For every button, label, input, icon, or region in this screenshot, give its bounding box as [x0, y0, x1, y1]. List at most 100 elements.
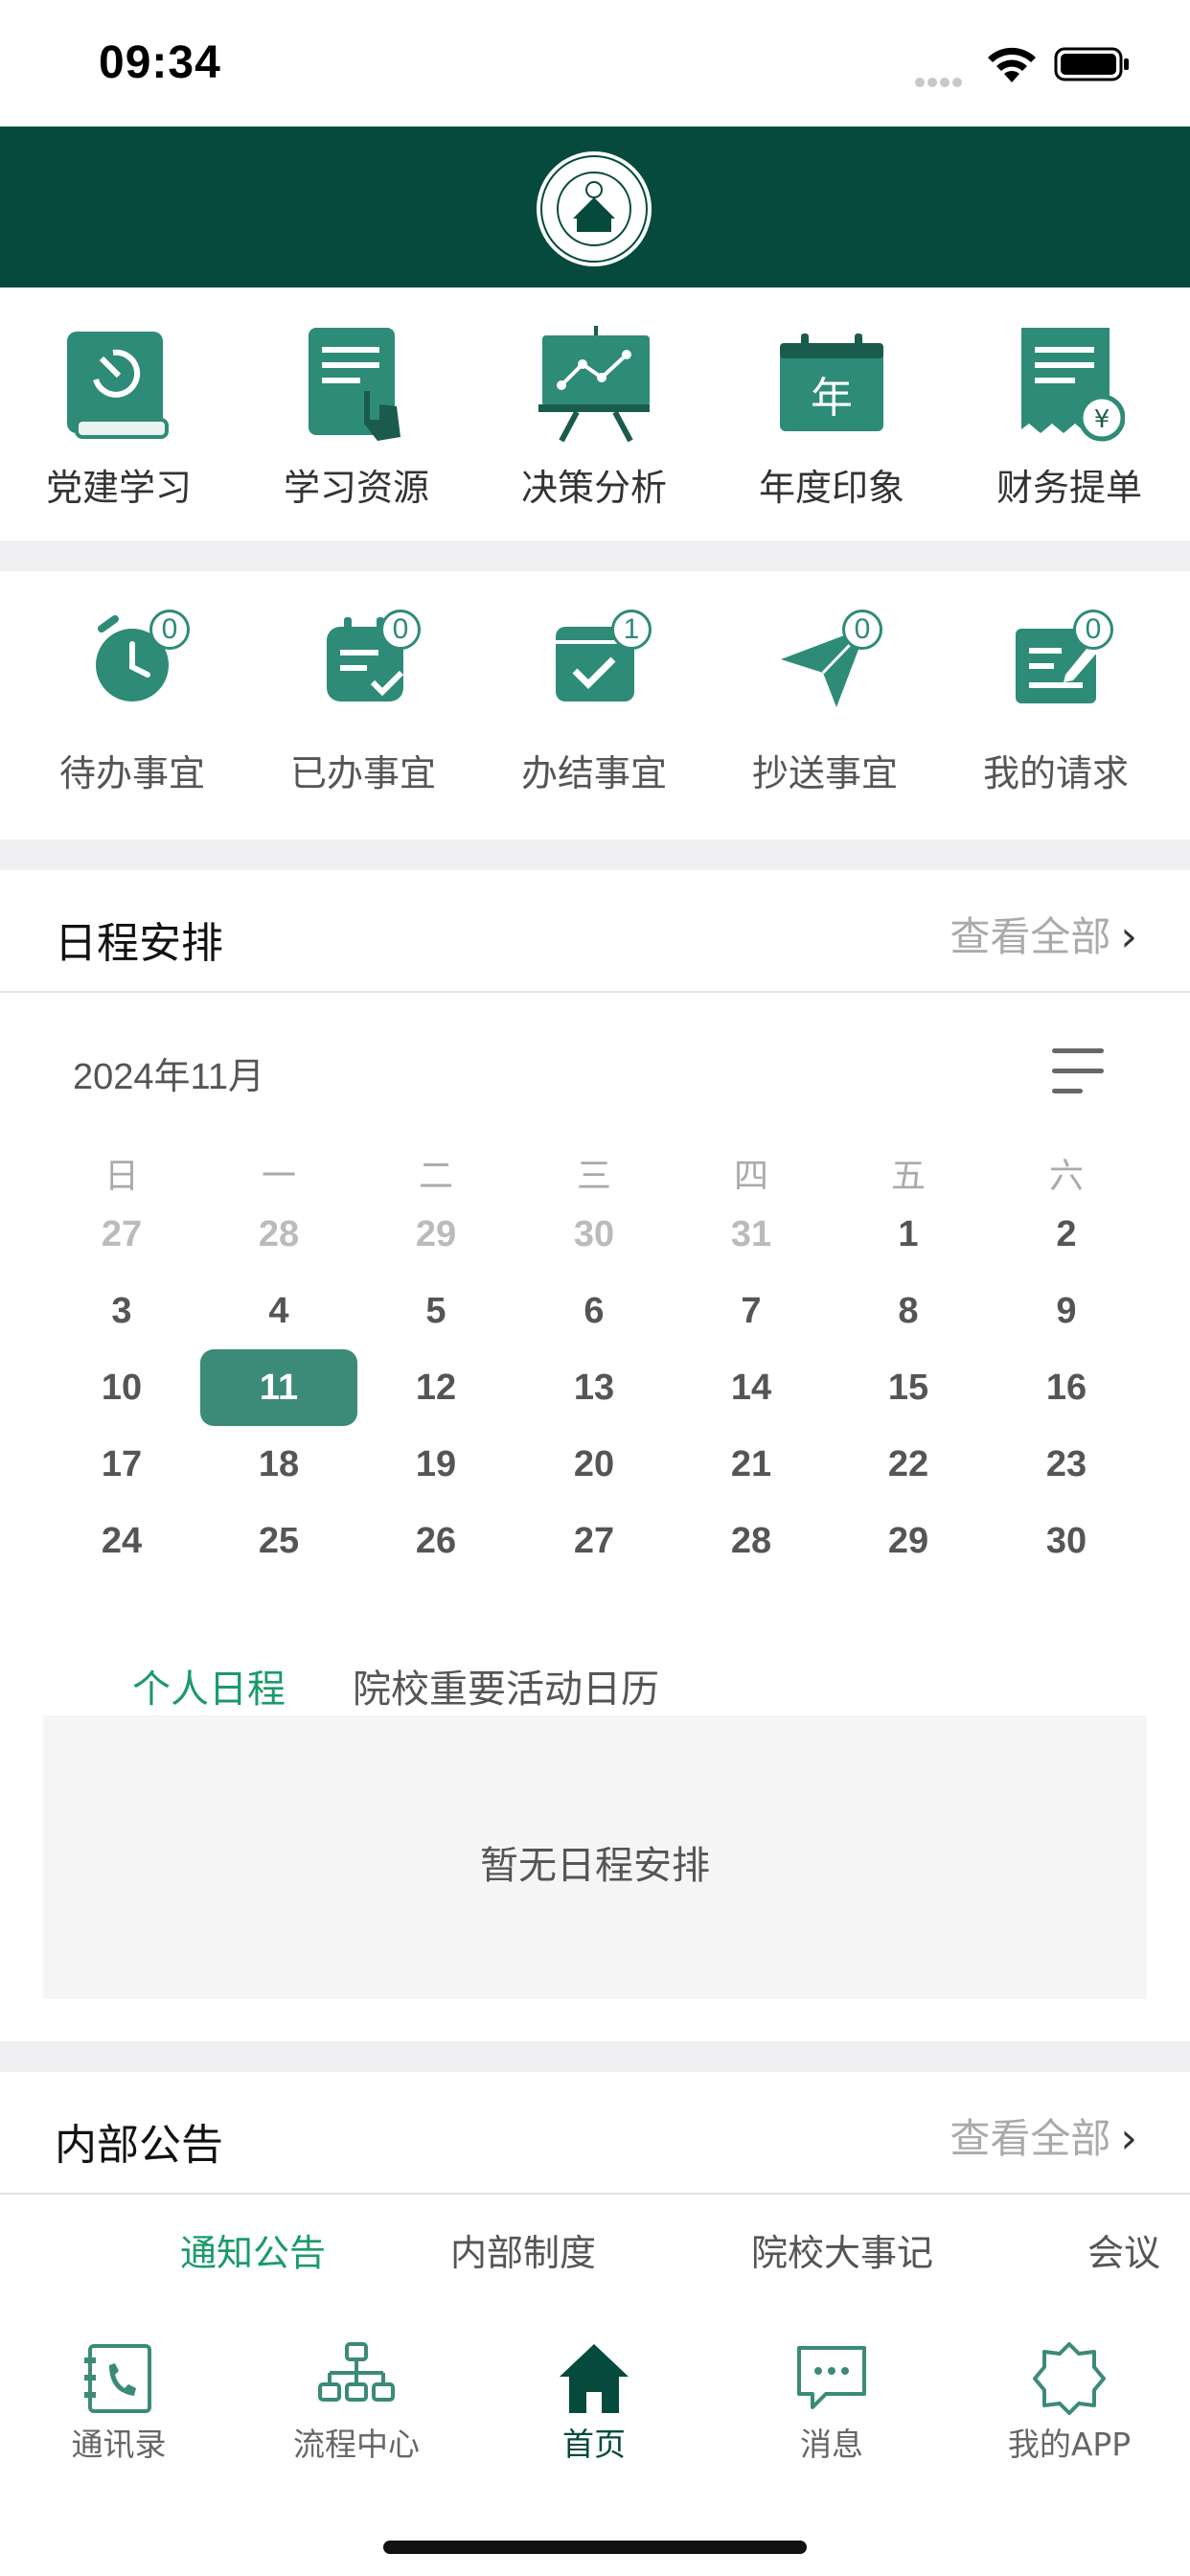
message-bubble-icon [797, 2346, 866, 2409]
task-item-todo[interactable]: 0 待办事宜 [17, 571, 247, 840]
tab-institution-calendar[interactable]: 院校重要活动日历 [353, 1658, 659, 1714]
task-count-badge: 1 [611, 610, 652, 650]
task-item-label: 已办事宜 [289, 752, 436, 794]
quick-item-annual-impression[interactable]: 年 年度印象 [713, 288, 950, 540]
calendar-day[interactable]: 25 [200, 1503, 357, 1579]
task-item-label: 待办事宜 [58, 752, 205, 794]
calendar-day[interactable]: 28 [200, 1196, 357, 1273]
calendar-day[interactable]: 4 [200, 1273, 357, 1349]
weekday-label: 二 [418, 1157, 453, 1196]
task-item-my-requests[interactable]: 0 我的请求 [941, 571, 1171, 840]
calendar-day[interactable]: 29 [357, 1196, 515, 1273]
calendar-day[interactable]: 24 [43, 1503, 200, 1579]
task-count-badge: 0 [149, 610, 190, 650]
calendar-day[interactable]: 28 [673, 1503, 830, 1579]
weekday-label: 日 [103, 1157, 139, 1196]
task-item-cc[interactable]: 0 抄送事宜 [710, 571, 940, 840]
calendar-day[interactable]: 14 [673, 1349, 830, 1426]
calendar-week: 27 28 29 30 31 1 2 [43, 1196, 1145, 1273]
tab-internal-rules[interactable]: 内部制度 [450, 2223, 596, 2276]
calendar-day[interactable]: 7 [673, 1273, 830, 1349]
schedule-view-all-button[interactable]: 查看全部 › [950, 905, 1137, 963]
calendar-day[interactable]: 13 [515, 1349, 673, 1426]
tab-notices[interactable]: 通知公告 [180, 2223, 326, 2276]
app-gear-icon [1033, 2342, 1106, 2415]
institution-logo [537, 151, 652, 266]
quick-item-finance-bill[interactable]: ¥ 财务提单 [950, 288, 1188, 540]
chart-board-icon [538, 326, 650, 443]
calendar-week: 17 18 19 20 21 22 23 [43, 1426, 1145, 1503]
calendar-day[interactable]: 26 [357, 1503, 515, 1579]
quick-item-label: 财务提单 [995, 467, 1142, 509]
nav-home[interactable]: 首页 [475, 2319, 713, 2472]
task-item-label: 抄送事宜 [751, 752, 898, 794]
calendar-day[interactable]: 18 [200, 1426, 357, 1503]
calendar-day[interactable]: 31 [673, 1196, 830, 1273]
wifi-icon [988, 47, 1036, 82]
notice-tabs: 通知公告 内部制度 院校大事记 会议 [0, 2195, 1190, 2319]
calendar-month-label: 2024年11月 [73, 1057, 264, 1097]
notices-header: 内部公告 查看全部 › [0, 2072, 1190, 2195]
weekday-label: 三 [576, 1157, 611, 1196]
tab-personal-schedule[interactable]: 个人日程 [132, 1658, 286, 1714]
calendar-day[interactable]: 29 [830, 1503, 987, 1579]
calendar-year-icon: 年 [780, 334, 883, 431]
calendar-day[interactable]: 27 [515, 1503, 673, 1579]
calendar-day[interactable]: 16 [988, 1349, 1145, 1426]
task-grid: 0 待办事宜 0 已办事宜 1 办结事宜 0 抄送事宜 0 我的请求 [0, 571, 1190, 840]
quick-item-label: 学习资源 [283, 467, 429, 509]
nav-workflow[interactable]: 流程中心 [238, 2319, 475, 2472]
status-time: 09:34 [99, 37, 221, 88]
document-touch-icon [309, 328, 400, 441]
calendar-day[interactable]: 19 [357, 1426, 515, 1503]
calendar-day[interactable]: 1 [830, 1196, 987, 1273]
weekday-label: 四 [733, 1157, 768, 1196]
calendar-day[interactable]: 22 [830, 1426, 987, 1503]
calendar-day[interactable]: 30 [988, 1503, 1145, 1579]
receipt-yuan-icon: ¥ [1021, 328, 1125, 442]
calendar-day[interactable]: 20 [515, 1426, 673, 1503]
schedule-empty-state: 暂无日程安排 [43, 1715, 1147, 1999]
home-indicator [383, 2541, 807, 2554]
nav-contacts[interactable]: 通讯录 [0, 2319, 238, 2472]
calendar-year-glyph: 年 [811, 374, 853, 423]
schedule-header: 日程安排 查看全部 › [0, 870, 1190, 993]
nav-messages[interactable]: 消息 [713, 2319, 950, 2472]
workflow-tree-icon [318, 2342, 395, 2402]
quick-item-label: 党建学习 [45, 467, 192, 509]
task-count-badge: 0 [1073, 610, 1113, 650]
calendar-day[interactable]: 10 [43, 1349, 200, 1426]
calendar-week: 10 11 12 13 14 15 16 [43, 1349, 1145, 1426]
calendar-day[interactable]: 30 [515, 1196, 673, 1273]
quick-item-decision-analysis[interactable]: 决策分析 [475, 288, 713, 540]
calendar-day[interactable]: 17 [43, 1426, 200, 1503]
menu-icon[interactable] [1052, 1048, 1104, 1094]
task-count-badge: 0 [380, 610, 421, 650]
nav-my-app[interactable]: 我的APP [950, 2319, 1188, 2472]
notices-view-all-button[interactable]: 查看全部 › [950, 2106, 1137, 2165]
section-divider [0, 2041, 1190, 2072]
task-item-label: 我的请求 [982, 752, 1129, 794]
task-item-completed[interactable]: 1 办结事宜 [479, 571, 709, 840]
calendar-day[interactable]: 21 [673, 1426, 830, 1503]
calendar-day[interactable]: 3 [43, 1273, 200, 1349]
calendar-day[interactable]: 2 [988, 1196, 1145, 1273]
weekday-label: 五 [890, 1157, 926, 1196]
task-item-done[interactable]: 0 已办事宜 [248, 571, 478, 840]
calendar-day[interactable]: 15 [830, 1349, 987, 1426]
calendar-day[interactable]: 5 [357, 1273, 515, 1349]
tab-meetings[interactable]: 会议 [1087, 2223, 1160, 2276]
calendar-day[interactable]: 6 [515, 1273, 673, 1349]
calendar-day[interactable]: 8 [830, 1273, 987, 1349]
tab-major-events[interactable]: 院校大事记 [751, 2223, 933, 2276]
calendar-day[interactable]: 27 [43, 1196, 200, 1273]
view-all-label: 查看全部 [950, 913, 1111, 960]
quick-item-party-study[interactable]: 党建学习 [0, 288, 238, 540]
calendar-day[interactable]: 23 [988, 1426, 1145, 1503]
quick-item-label: 决策分析 [520, 467, 667, 509]
calendar-day-today[interactable]: 11 [200, 1349, 357, 1426]
quick-item-study-resources[interactable]: 学习资源 [238, 288, 475, 540]
calendar-day[interactable]: 9 [988, 1273, 1145, 1349]
weekday-label: 六 [1048, 1157, 1084, 1196]
calendar-day[interactable]: 12 [357, 1349, 515, 1426]
